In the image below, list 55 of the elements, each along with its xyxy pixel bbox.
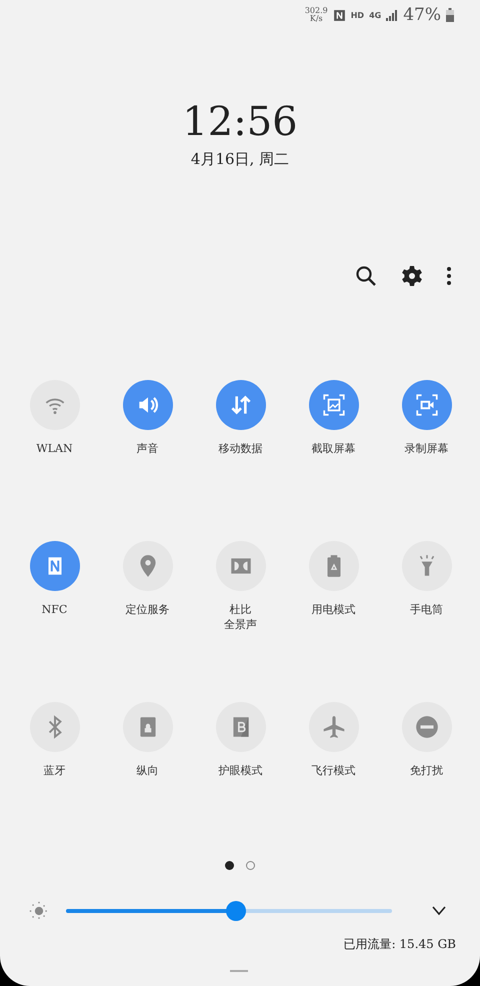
nfc-icon — [332, 8, 346, 22]
bluetooth-toggle[interactable] — [30, 702, 80, 752]
tile-label: NFC — [42, 602, 68, 617]
hd-indicator: HD — [350, 10, 364, 20]
rotation-toggle[interactable] — [122, 702, 172, 752]
tile-label: 截取屏幕 — [312, 441, 356, 456]
settings-icon[interactable] — [400, 264, 424, 288]
tile-label: 录制屏幕 — [404, 441, 448, 456]
sound-toggle[interactable] — [122, 380, 172, 430]
page-indicator-dot[interactable] — [225, 861, 234, 870]
tile-label: 飞行模式 — [312, 763, 356, 778]
dolby-toggle[interactable] — [216, 541, 266, 591]
tile-label: WLAN — [36, 441, 73, 456]
record-toggle[interactable] — [402, 380, 452, 430]
data-toggle[interactable] — [216, 380, 266, 430]
tile-label: 声音 — [136, 441, 158, 456]
tile-label: 免打扰 — [410, 763, 443, 778]
slider-thumb[interactable] — [226, 901, 246, 921]
battery-toggle[interactable] — [308, 541, 358, 591]
data-usage-text: 已用流量: 15.45 GB — [344, 936, 456, 953]
tile-label: 定位服务 — [126, 602, 170, 617]
airplane-icon — [320, 714, 346, 740]
bluelight-toggle[interactable] — [216, 702, 266, 752]
tile-label: 蓝牙 — [44, 763, 66, 778]
tile-label: 纵向 — [136, 763, 158, 778]
page-indicator-dot[interactable] — [246, 861, 255, 870]
signal-icon — [386, 9, 398, 21]
location-toggle[interactable] — [122, 541, 172, 591]
flashlight-toggle[interactable] — [402, 541, 452, 591]
screenshot-toggle[interactable] — [308, 380, 358, 430]
search-icon[interactable] — [354, 264, 378, 288]
tile-label: 用电模式 — [312, 602, 356, 617]
expand-caret-icon[interactable] — [432, 906, 446, 916]
video-camera-icon — [414, 392, 440, 418]
dnd-toggle[interactable] — [402, 702, 452, 752]
clock-date: 4月16日, 周二 — [190, 150, 290, 169]
clock-time: 12:56 — [182, 100, 298, 144]
brightness-slider[interactable] — [66, 901, 392, 921]
tile-label: 杜比 — [230, 602, 252, 617]
nfc-toggle[interactable] — [30, 541, 80, 591]
screenshot-icon — [320, 392, 346, 418]
airplane-toggle[interactable] — [308, 702, 358, 752]
more-options-icon[interactable] — [446, 264, 452, 288]
drag-handle[interactable] — [230, 970, 248, 972]
battery-percent: 47% — [403, 5, 441, 25]
network-speed: 302.9 K/s — [304, 7, 328, 23]
tile-label: 护眼模式 — [218, 763, 262, 778]
minus-circle-icon — [414, 714, 440, 740]
tile-label: 移动数据 — [218, 441, 262, 456]
tile-label: 全景声 — [224, 617, 257, 632]
tile-label: 手电筒 — [410, 602, 443, 617]
wifi-toggle[interactable] — [30, 380, 80, 430]
brightness-icon — [28, 900, 50, 922]
cell-generation: 4G — [369, 10, 382, 20]
battery-icon — [446, 8, 454, 22]
